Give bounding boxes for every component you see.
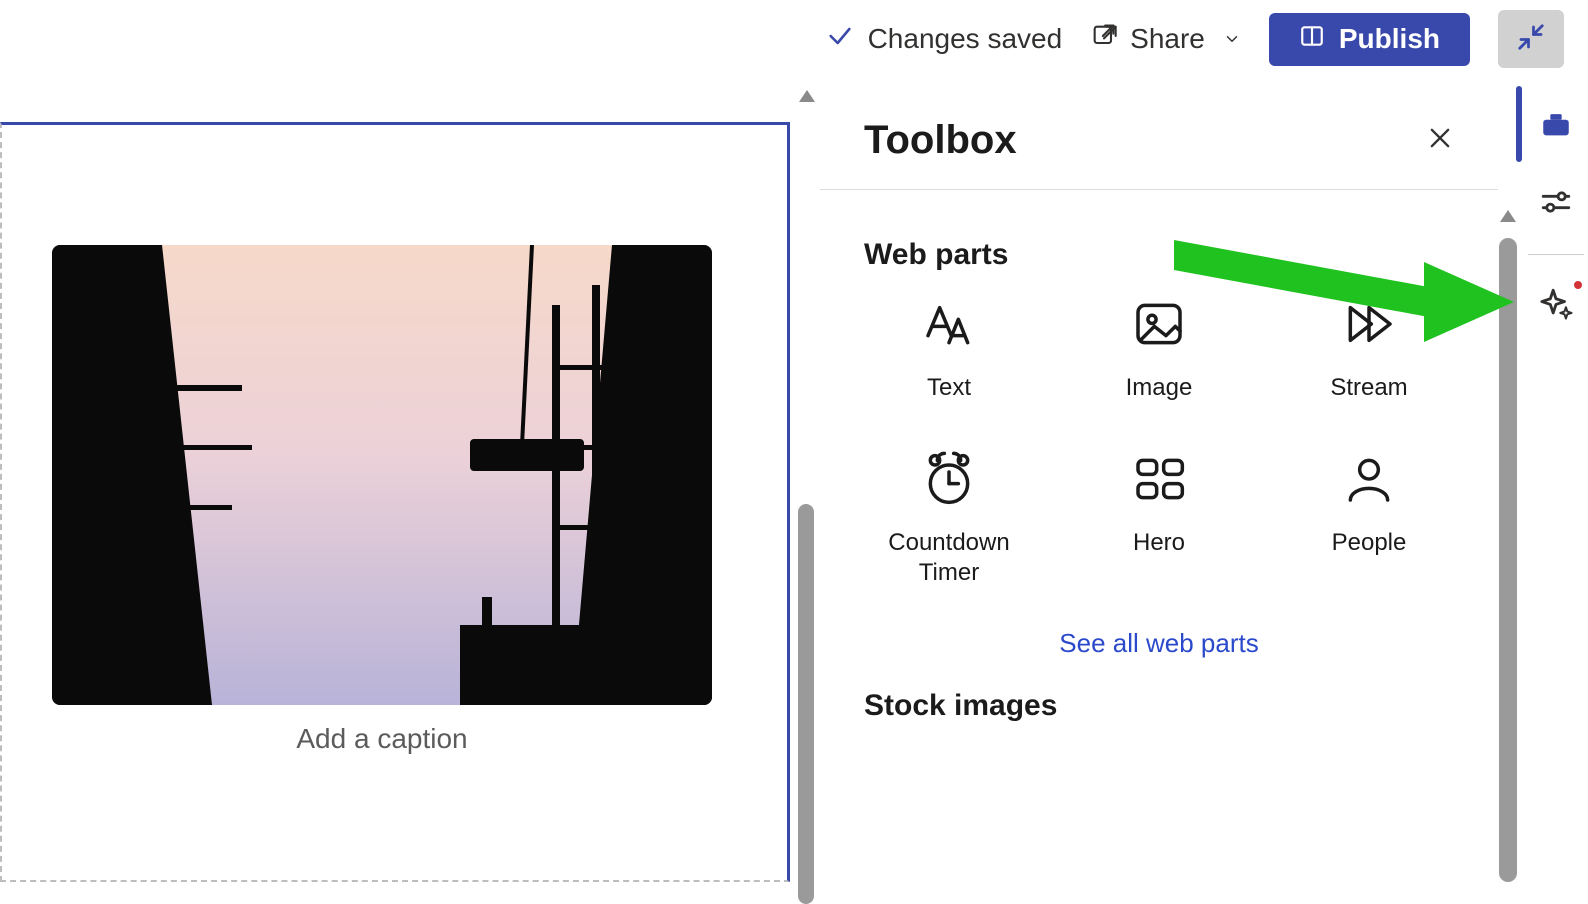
webpart-label: People [1332, 528, 1407, 558]
canvas-scrollbar[interactable] [796, 86, 818, 882]
see-all-webparts-link[interactable]: See all web parts [864, 628, 1454, 659]
scroll-up-arrow-icon [1500, 210, 1516, 222]
text-icon [921, 296, 977, 357]
scroll-thumb[interactable] [1499, 238, 1517, 882]
close-icon [1426, 139, 1454, 156]
sparkle-icon [1539, 286, 1573, 325]
close-button[interactable] [1426, 124, 1454, 157]
image-icon [1131, 296, 1187, 357]
toolbox-panel: Toolbox Web parts Text [820, 84, 1498, 882]
rail-toolbox[interactable] [1536, 106, 1576, 146]
stream-icon [1341, 296, 1397, 357]
caption-input[interactable]: Add a caption [52, 723, 712, 755]
webpart-stream[interactable]: Stream [1284, 296, 1454, 403]
section-title-webparts: Web parts [864, 238, 1454, 272]
webpart-label: Image [1126, 373, 1193, 403]
sliders-icon [1539, 185, 1573, 224]
top-bar: Changes saved Share Publish [0, 0, 1588, 78]
webpart-hero[interactable]: Hero [1074, 451, 1244, 588]
hero-icon [1131, 451, 1187, 512]
webpart-label: Countdown Timer [869, 528, 1029, 588]
webparts-grid: Text Image [864, 296, 1454, 588]
webpart-people[interactable]: People [1284, 451, 1454, 588]
webpart-countdown-timer[interactable]: Countdown Timer [864, 451, 1034, 588]
rail-settings[interactable] [1536, 184, 1576, 224]
webpart-image[interactable]: Image [1074, 296, 1244, 403]
active-panel-indicator [1516, 86, 1522, 162]
collapse-button[interactable] [1498, 10, 1564, 68]
scroll-thumb[interactable] [798, 504, 814, 904]
share-icon [1090, 22, 1118, 57]
rail-separator [1528, 254, 1584, 255]
webpart-label: Hero [1133, 528, 1185, 558]
section-title-stock: Stock images [864, 689, 1454, 723]
toolbox-icon [1539, 107, 1573, 146]
save-status-text: Changes saved [868, 23, 1063, 55]
editor-canvas[interactable]: Add a caption [0, 122, 790, 882]
webpart-text[interactable]: Text [864, 296, 1034, 403]
right-rail [1524, 88, 1588, 882]
image-placeholder-art [52, 245, 712, 705]
panel-body: Web parts Text [820, 190, 1498, 723]
publish-label: Publish [1339, 23, 1440, 55]
check-icon [826, 22, 854, 57]
share-label: Share [1130, 23, 1205, 55]
panel-header: Toolbox [820, 84, 1498, 190]
chevron-down-icon [1217, 23, 1241, 55]
panel-title: Toolbox [864, 118, 1017, 163]
image-webpart[interactable] [52, 245, 712, 705]
people-icon [1341, 451, 1397, 512]
countdown-icon [921, 451, 977, 512]
panel-scrollbar[interactable] [1498, 210, 1518, 882]
collapse-icon [1516, 22, 1546, 57]
publish-button[interactable]: Publish [1269, 13, 1470, 66]
webpart-label: Stream [1330, 373, 1407, 403]
publish-icon [1299, 23, 1325, 56]
notification-dot-icon [1574, 281, 1582, 289]
share-button[interactable]: Share [1090, 22, 1241, 57]
scroll-up-arrow-icon [799, 90, 815, 102]
webpart-label: Text [927, 373, 971, 403]
save-status: Changes saved [826, 22, 1063, 57]
rail-copilot[interactable] [1536, 285, 1576, 325]
